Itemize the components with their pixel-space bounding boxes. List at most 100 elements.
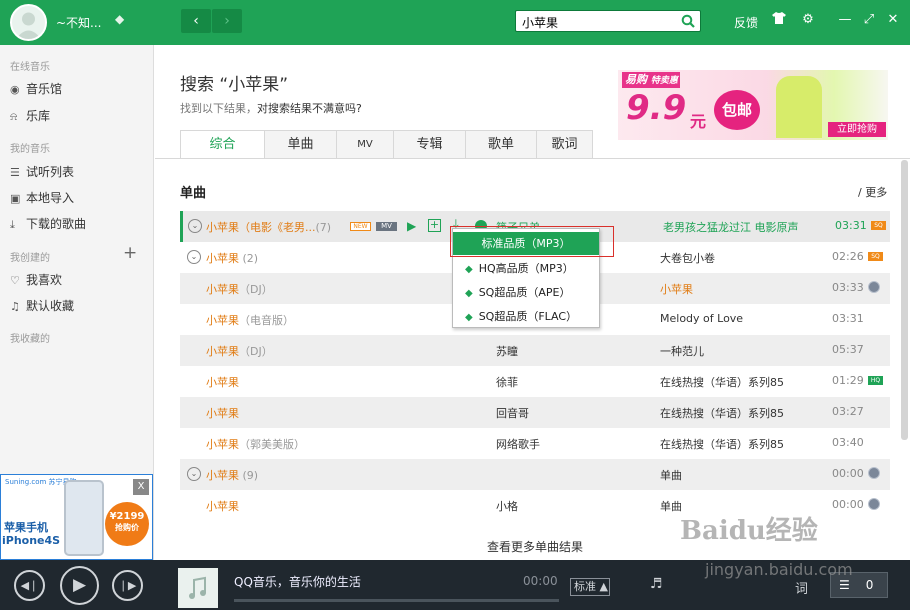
song-title[interactable]: 小苹果（电影《老男...(7) [206,219,331,235]
sidebar-item-trial-list[interactable]: ☰ 试听列表 [10,163,74,180]
table-row[interactable]: 小苹果（DJ） 苏瞳 一种范儿 05:37 [180,335,890,366]
add-playlist-icon[interactable]: + [123,243,137,263]
tab-playlists[interactable]: 歌单 [466,130,537,159]
album-cover[interactable] [178,568,218,608]
previous-icon[interactable]: ◀❘ [14,570,45,601]
tab-albums[interactable]: 专辑 [394,130,466,159]
quality-button[interactable]: 标准 ▲ [570,578,610,596]
play-icon[interactable]: ▶ [407,219,416,233]
search-input[interactable]: 小苹果 [515,10,701,32]
song-title[interactable]: 小苹果 [206,498,239,514]
mini-mode-icon[interactable]: ⤢ [861,12,877,27]
song-title-text: 小苹果 [206,407,239,420]
ad-price: ¥2199 [109,511,145,522]
expand-icon[interactable]: ⌄ [187,467,201,481]
artist-name[interactable]: 徐菲 [496,374,518,390]
sidebar-item-local-import[interactable]: ▣ 本地导入 [10,189,74,206]
duration: 03:27 [832,405,864,418]
album-name[interactable]: 大卷包小卷 [660,250,715,266]
banner-price: 9.9 [626,88,687,128]
artist-name[interactable]: 回音哥 [496,405,529,421]
duration: 03:33 [832,281,864,294]
album-name[interactable]: 单曲 [660,498,682,514]
duration: 05:37 [832,343,864,356]
minimize-icon[interactable]: — [837,12,853,27]
sidebar-item-downloads[interactable]: ⤓ 下载的歌曲 [10,215,86,232]
banner-cta-button[interactable]: 立即抢购 [828,122,886,137]
back-button[interactable]: ‹ [181,9,211,33]
forward-button[interactable]: › [212,9,242,33]
artist-name[interactable]: 网络歌手 [496,436,540,452]
table-row[interactable]: ⌄ 小苹果 (9) 单曲 00:00 [180,459,890,490]
duration: 00:00 [832,467,864,480]
quality-option-hq[interactable]: ◆ HQ高品质（MP3） [465,260,574,276]
add-icon[interactable]: + [428,219,441,232]
more-link[interactable]: / 更多 [858,184,887,200]
sidebar-item-label: 音乐馆 [26,82,63,96]
mv-badge[interactable]: MV [376,222,397,231]
song-title[interactable]: 小苹果（郭美美版） [206,436,305,452]
next-icon[interactable]: ❘▶ [112,570,143,601]
artist-name[interactable]: 苏瞳 [496,343,518,359]
banner-tag: 特卖惠 [650,76,678,86]
song-title[interactable]: 小苹果 (2) [206,250,258,266]
sidebar-item-default-collection[interactable]: ♫ 默认收藏 [10,297,74,314]
expand-icon[interactable]: ⌄ [187,250,201,264]
sidebar-item-music-hall[interactable]: ◉ 音乐馆 [10,80,62,97]
lyrics-button[interactable]: 词 [795,578,808,597]
album-name[interactable]: 在线热搜（华语）系列85 [660,436,784,452]
more-results-link[interactable]: 查看更多单曲结果 [487,538,583,555]
volume-icon[interactable]: ♬ [650,576,663,592]
tab-lyrics[interactable]: 歌词 [537,130,593,159]
song-title[interactable]: 小苹果 [206,405,239,421]
quality-option-sq-ape[interactable]: ◆ SQ超品质（APE） [465,284,570,300]
sidebar-item-favorites[interactable]: ♡ 我喜欢 [10,271,62,288]
song-title[interactable]: 小苹果 [206,374,239,390]
album-name[interactable]: 小苹果 [660,281,693,297]
skin-shirt-icon[interactable] [771,12,787,28]
album-name[interactable]: 老男孩之猛龙过江 电影原声 [663,219,799,235]
play-pause-icon[interactable]: ▶ [60,566,99,605]
album-name[interactable]: 在线热搜（华语）系列85 [660,405,784,421]
tab-mv[interactable]: MV [337,130,394,159]
sidebar-ad[interactable]: Suning.com 苏宁易购 苹果手机 iPhone4S ¥2199 抢购价 X [0,474,153,560]
highlight-box [450,226,614,257]
version-note: （DJ） [239,283,273,296]
table-row[interactable]: 小苹果 徐菲 在线热搜（华语）系列85 01:29 HQ [180,366,890,397]
sidebar-item-label: 下载的歌曲 [26,217,87,231]
vip-diamond-icon[interactable]: ◆ [115,12,124,26]
quality-option-sq-flac[interactable]: ◆ SQ超品质（FLAC） [465,308,577,324]
expand-icon[interactable]: ⌄ [188,219,202,233]
song-title-text: 小苹果 [206,252,239,265]
ad-line2: iPhone4S [2,534,61,547]
heart-icon: ♡ [10,274,20,287]
music-note-icon [189,576,206,599]
feedback-link[interactable]: 反馈 [734,14,758,31]
close-icon[interactable]: ✕ [885,12,901,27]
username[interactable]: ~不知... [56,14,102,31]
avatar[interactable] [10,4,47,41]
album-name[interactable]: 一种范儿 [660,343,704,359]
table-row[interactable]: 小苹果 回音哥 在线热搜（华语）系列85 03:27 [180,397,890,428]
progress-bar[interactable] [234,599,559,602]
scrollbar[interactable] [901,160,908,440]
feedback-search-link[interactable]: 对搜索结果不满意吗? [257,102,362,115]
album-name[interactable]: 在线热搜（华语）系列85 [660,374,784,390]
album-name[interactable]: Melody of Love [660,312,743,325]
tab-all[interactable]: 综合 [180,130,265,159]
promo-banner[interactable]: 易购 特卖惠 9.9 元 包邮 立即抢购 [618,70,888,140]
search-icon[interactable] [681,14,695,28]
list-icon: ☰ [839,578,850,592]
album-name[interactable]: 单曲 [660,467,682,483]
song-title[interactable]: 小苹果（电音版） [206,312,294,328]
artist-name[interactable]: 小格 [496,498,518,514]
gear-icon[interactable]: ⚙ [800,12,816,27]
ad-close-button[interactable]: X [133,479,149,495]
song-title[interactable]: 小苹果（DJ） [206,343,273,359]
sidebar-item-label: 本地导入 [26,191,75,205]
tab-songs[interactable]: 单曲 [265,130,337,159]
sidebar-item-library[interactable]: ⍾ 乐库 [10,107,50,124]
table-row[interactable]: 小苹果（郭美美版） 网络歌手 在线热搜（华语）系列85 03:40 [180,428,890,459]
song-title[interactable]: 小苹果 (9) [206,467,258,483]
song-title[interactable]: 小苹果（DJ） [206,281,273,297]
